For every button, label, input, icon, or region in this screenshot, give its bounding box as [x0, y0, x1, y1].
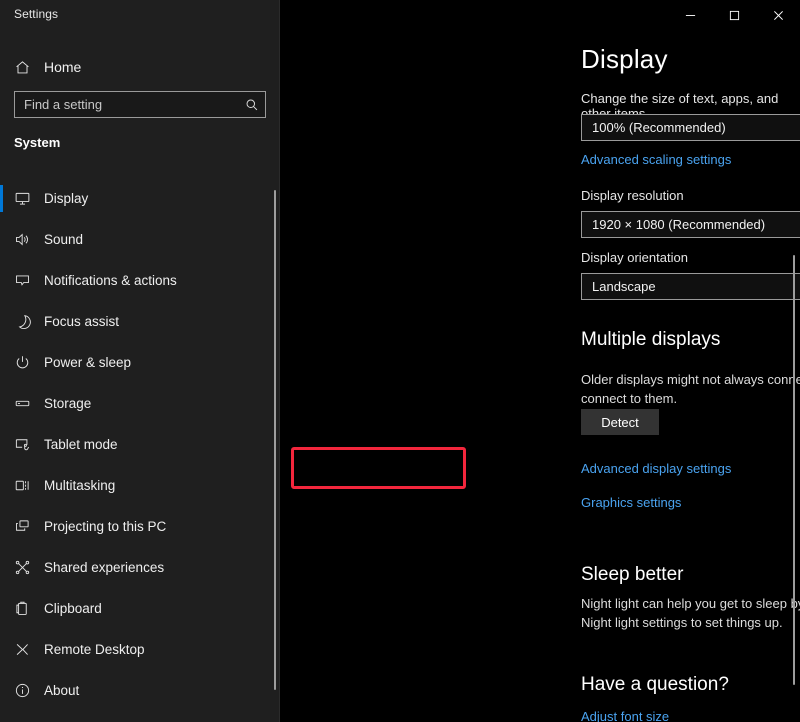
page-title: Display	[581, 44, 668, 75]
sidebar-item-tablet-mode[interactable]: Tablet mode	[0, 424, 270, 465]
sidebar-item-label: Notifications & actions	[44, 273, 177, 288]
selection-indicator	[0, 308, 3, 335]
notification-icon	[0, 272, 44, 289]
sidebar-item-multitasking[interactable]: Multitasking	[0, 465, 270, 506]
selection-indicator	[0, 349, 3, 376]
info-icon	[0, 682, 44, 699]
power-icon	[0, 354, 44, 371]
tablet-icon	[0, 436, 44, 453]
main-scrollbar-thumb[interactable]	[793, 255, 795, 685]
selection-indicator	[0, 267, 3, 294]
orientation-dropdown-value: Landscape	[592, 279, 656, 294]
remote-desktop-icon	[0, 641, 44, 658]
sidebar-item-label: Clipboard	[44, 601, 102, 616]
multiple-displays-description: Older displays might not always connect …	[581, 370, 800, 408]
advanced-scaling-settings-link[interactable]: Advanced scaling settings	[581, 152, 731, 167]
sidebar-item-label: Power & sleep	[44, 355, 131, 370]
resolution-label-text: Display resolution	[581, 188, 684, 203]
sidebar-section-label: System	[14, 135, 60, 150]
selection-indicator	[0, 677, 3, 704]
clipboard-icon	[0, 600, 44, 617]
sleep-better-heading: Sleep better	[581, 564, 683, 586]
resolution-label: Display resolution	[581, 188, 684, 208]
selection-indicator	[0, 390, 3, 417]
multiple-displays-heading: Multiple displays	[581, 329, 720, 351]
moon-icon	[0, 313, 44, 330]
sidebar-item-label: Shared experiences	[44, 560, 164, 575]
sidebar-item-label: Tablet mode	[44, 437, 118, 452]
sidebar-item-label: Projecting to this PC	[44, 519, 166, 534]
search-input[interactable]	[15, 97, 239, 112]
main-content: Display Change the size of text, apps, a…	[280, 0, 800, 722]
advanced-display-settings-link[interactable]: Advanced display settings	[581, 461, 731, 476]
resolution-dropdown[interactable]: 1920 × 1080 (Recommended)	[581, 211, 800, 238]
have-a-question-heading: Have a question?	[581, 674, 729, 696]
sleep-better-description: Night light can help you get to sleep by…	[581, 594, 800, 632]
app-title: Settings	[14, 7, 58, 21]
sidebar-item-projecting-to-this-pc[interactable]: Projecting to this PC	[0, 506, 270, 547]
sidebar-item-focus-assist[interactable]: Focus assist	[0, 301, 270, 342]
minimize-button[interactable]	[668, 0, 712, 30]
sidebar-item-label: Multitasking	[44, 478, 115, 493]
selection-indicator	[0, 554, 3, 581]
sidebar-item-label: Focus assist	[44, 314, 119, 329]
sidebar-item-label: Display	[44, 191, 88, 206]
home-icon	[0, 59, 44, 76]
search-icon[interactable]	[239, 98, 265, 112]
sidebar: Settings Home System	[0, 0, 280, 722]
close-button[interactable]	[756, 0, 800, 30]
sidebar-scrollbar-thumb[interactable]	[274, 190, 276, 690]
scale-dropdown-value: 100% (Recommended)	[592, 120, 726, 135]
orientation-label: Display orientation	[581, 250, 688, 270]
sidebar-item-label: Remote Desktop	[44, 642, 145, 657]
orientation-dropdown[interactable]: Landscape	[581, 273, 800, 300]
sidebar-item-remote-desktop[interactable]: Remote Desktop	[0, 629, 270, 670]
maximize-button[interactable]	[712, 0, 756, 30]
drive-icon	[0, 395, 44, 412]
selection-indicator	[0, 636, 3, 663]
sidebar-item-power-and-sleep[interactable]: Power & sleep	[0, 342, 270, 383]
speaker-icon	[0, 231, 44, 248]
window-controls	[280, 0, 800, 30]
share-icon	[0, 559, 44, 576]
sidebar-item-label: Storage	[44, 396, 91, 411]
selection-indicator	[0, 513, 3, 540]
sidebar-item-home-label: Home	[44, 59, 81, 75]
selection-indicator	[0, 472, 3, 499]
scale-dropdown[interactable]: 100% (Recommended)	[581, 114, 800, 141]
projecting-icon	[0, 518, 44, 535]
detect-button[interactable]: Detect	[581, 409, 659, 435]
sidebar-item-display[interactable]: Display	[0, 178, 270, 219]
sidebar-item-about[interactable]: About	[0, 670, 270, 711]
monitor-icon	[0, 190, 44, 207]
resolution-dropdown-value: 1920 × 1080 (Recommended)	[592, 217, 765, 232]
sidebar-item-label: Sound	[44, 232, 83, 247]
sidebar-item-shared-experiences[interactable]: Shared experiences	[0, 547, 270, 588]
sidebar-item-notifications[interactable]: Notifications & actions	[0, 260, 270, 301]
sidebar-item-label: About	[44, 683, 79, 698]
selection-indicator	[0, 431, 3, 458]
sidebar-item-home[interactable]: Home	[0, 48, 266, 86]
sidebar-item-sound[interactable]: Sound	[0, 219, 270, 260]
sidebar-item-storage[interactable]: Storage	[0, 383, 270, 424]
sidebar-item-clipboard[interactable]: Clipboard	[0, 588, 270, 629]
selection-indicator	[0, 595, 3, 622]
settings-window: Settings Home System	[0, 0, 800, 722]
multitasking-icon	[0, 477, 44, 494]
sidebar-item-list: Display Sound	[0, 178, 270, 711]
adjust-font-size-link[interactable]: Adjust font size	[581, 709, 669, 722]
search-box[interactable]	[14, 91, 266, 118]
sidebar-scrollbar[interactable]	[268, 0, 278, 722]
selection-indicator	[0, 226, 3, 253]
graphics-settings-link[interactable]: Graphics settings	[581, 495, 681, 510]
orientation-label-text: Display orientation	[581, 250, 688, 265]
selection-indicator	[0, 185, 3, 212]
